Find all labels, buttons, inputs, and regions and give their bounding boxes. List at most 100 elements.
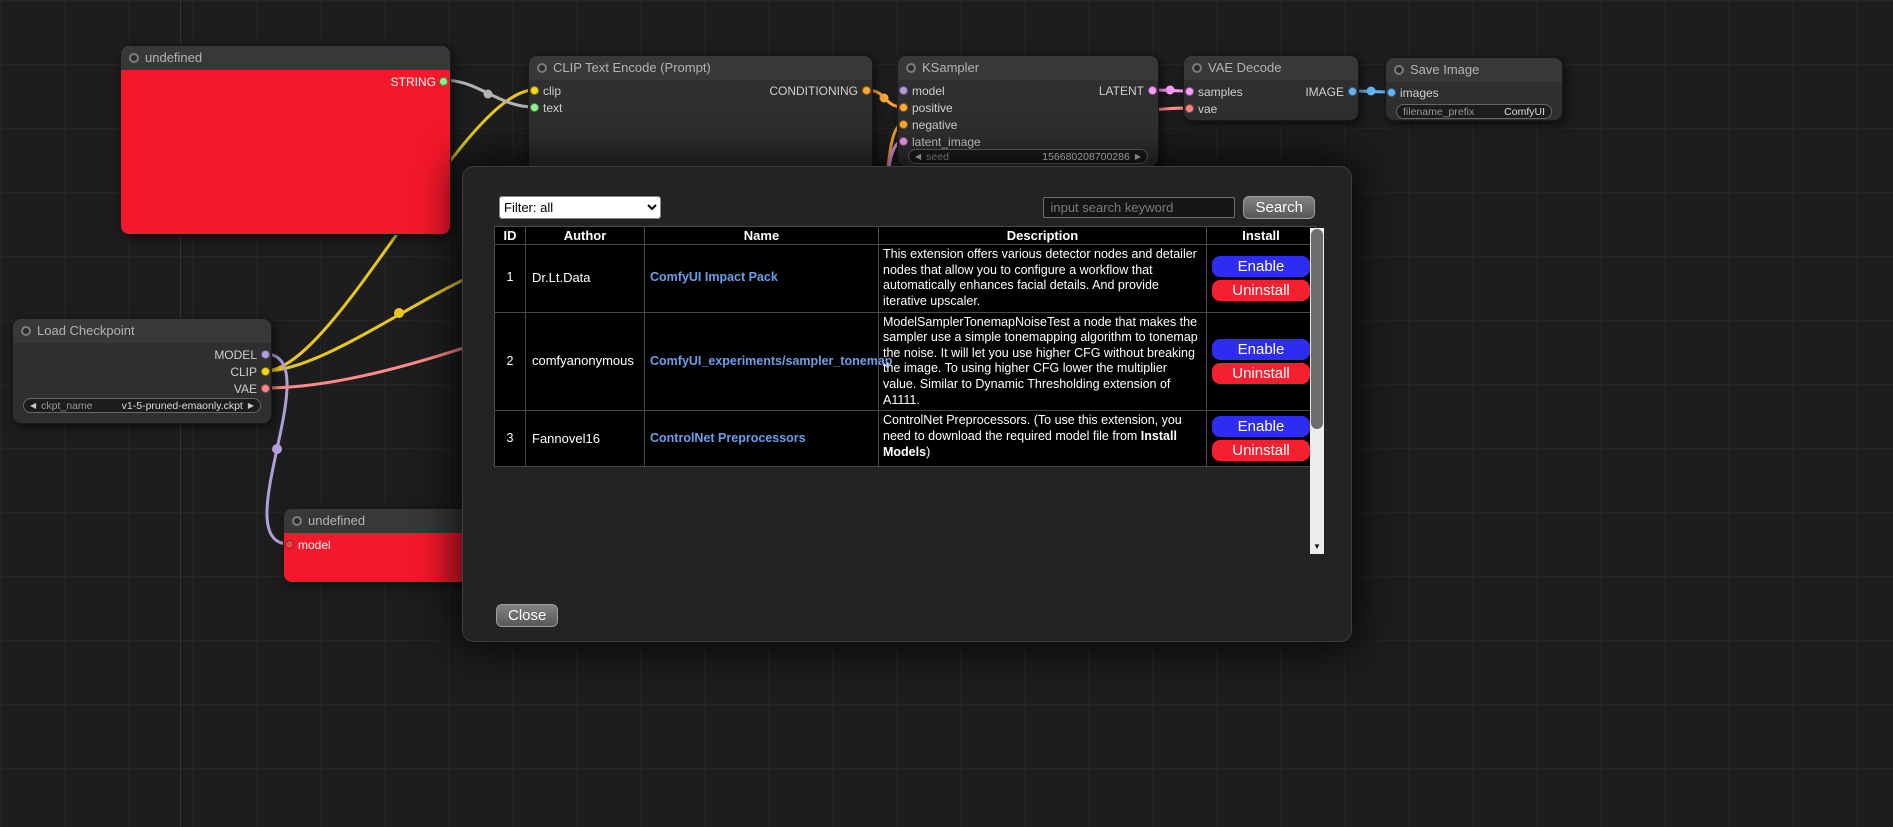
stepper-right-icon[interactable]: ▶: [248, 398, 254, 413]
node-header[interactable]: VAE Decode: [1184, 56, 1358, 80]
node-title: CLIP Text Encode (Prompt): [553, 56, 711, 80]
input-dot-positive[interactable]: [899, 103, 908, 112]
col-header-description: Description: [879, 227, 1207, 245]
search-button[interactable]: Search: [1243, 196, 1315, 219]
output-slot-string: STRING: [391, 73, 436, 91]
scrollbar-thumb[interactable]: [1311, 229, 1323, 429]
node-header[interactable]: Load Checkpoint: [13, 319, 271, 343]
collapse-dot-icon[interactable]: [537, 63, 547, 73]
extension-link[interactable]: ComfyUI Impact Pack: [650, 270, 778, 284]
node-title: Save Image: [1410, 58, 1479, 82]
node-header[interactable]: undefined: [121, 46, 450, 70]
collapse-dot-icon[interactable]: [129, 53, 139, 63]
input-dot-images[interactable]: [1387, 88, 1396, 97]
ckpt-name-widget[interactable]: ◀ ckpt_name v1-5-pruned-emaonly.ckpt ▶: [23, 398, 261, 413]
table-row: 1 Dr.Lt.Data ComfyUI Impact Pack This ex…: [495, 245, 1316, 313]
link-dot: [880, 94, 889, 103]
description-suffix: ): [926, 445, 930, 459]
collapse-dot-icon[interactable]: [1192, 63, 1202, 73]
extension-link[interactable]: ControlNet Preprocessors: [650, 431, 806, 445]
cell-install: Enable Uninstall: [1207, 245, 1316, 313]
node-save-image[interactable]: Save Image images filename_prefix ComfyU…: [1385, 57, 1563, 121]
enable-button[interactable]: Enable: [1212, 256, 1310, 277]
node-title: Load Checkpoint: [37, 319, 135, 343]
stepper-left-icon[interactable]: ◀: [30, 398, 36, 413]
col-header-install: Install: [1207, 227, 1316, 245]
col-header-name: Name: [645, 227, 879, 245]
uninstall-button[interactable]: Uninstall: [1212, 440, 1310, 461]
input-dot-negative[interactable]: [899, 120, 908, 129]
node-header[interactable]: CLIP Text Encode (Prompt): [529, 56, 872, 80]
node-undefined-top[interactable]: undefined STRING: [120, 45, 451, 235]
input-slot-clip: clip: [543, 82, 561, 100]
node-load-checkpoint[interactable]: Load Checkpoint MODEL CLIP VAE ◀ ckpt_na…: [12, 318, 272, 424]
description-text: This extension offers various detector n…: [883, 247, 1197, 308]
output-dot-image[interactable]: [1348, 87, 1357, 96]
link-dot: [1367, 87, 1376, 96]
filter-select[interactable]: Filter: all: [499, 196, 661, 219]
widget-name: filename_prefix: [1403, 106, 1474, 118]
node-vae-decode[interactable]: VAE Decode samples vae IMAGE: [1183, 55, 1359, 121]
link-dot: [272, 444, 282, 454]
widget-value: 156680208700286: [1042, 151, 1130, 163]
collapse-dot-icon[interactable]: [21, 326, 31, 336]
description-text: ModelSamplerTonemapNoiseTest a node that…: [883, 315, 1198, 407]
cell-install: Enable Uninstall: [1207, 312, 1316, 411]
uninstall-button[interactable]: Uninstall: [1212, 363, 1310, 384]
input-dot-model[interactable]: [899, 86, 908, 95]
filename-prefix-widget[interactable]: filename_prefix ComfyUI: [1396, 104, 1552, 119]
output-dot-conditioning[interactable]: [862, 86, 871, 95]
output-slot-latent: LATENT: [1099, 82, 1144, 100]
node-header[interactable]: KSampler: [898, 56, 1158, 80]
collapse-dot-icon[interactable]: [292, 516, 302, 526]
close-button[interactable]: Close: [496, 604, 558, 627]
node-header[interactable]: Save Image: [1386, 58, 1562, 82]
node-title: KSampler: [922, 56, 979, 80]
node-ksampler[interactable]: KSampler model positive negative latent_…: [897, 55, 1159, 167]
output-dot-latent[interactable]: [1148, 86, 1157, 95]
extension-link[interactable]: ComfyUI_experiments/sampler_tonemap: [650, 354, 892, 368]
cell-description: ModelSamplerTonemapNoiseTest a node that…: [879, 312, 1207, 411]
search-input[interactable]: [1043, 197, 1235, 218]
enable-button[interactable]: Enable: [1212, 339, 1310, 360]
cell-author: Fannovel16: [526, 411, 645, 467]
input-dot-model[interactable]: [285, 540, 294, 549]
output-dot-string[interactable]: [439, 77, 448, 86]
output-dot-clip[interactable]: [261, 367, 270, 376]
cell-id: 3: [495, 411, 526, 467]
node-title: undefined: [145, 46, 202, 70]
widget-name: seed: [926, 151, 949, 163]
stepper-left-icon[interactable]: ◀: [915, 149, 921, 164]
cell-id: 2: [495, 312, 526, 411]
collapse-dot-icon[interactable]: [1394, 65, 1404, 75]
stepper-right-icon[interactable]: ▶: [1135, 149, 1141, 164]
dialog-toolbar: Filter: all Search: [499, 194, 1315, 220]
input-slot-model: model: [912, 82, 945, 100]
seed-widget[interactable]: ◀ seed 156680208700286 ▶: [908, 149, 1148, 164]
output-slot-image: IMAGE: [1305, 83, 1344, 101]
input-slot-samples: samples: [1198, 83, 1243, 101]
input-slot-model: model: [298, 536, 331, 554]
input-dot-text[interactable]: [530, 103, 539, 112]
collapse-dot-icon[interactable]: [906, 63, 916, 73]
scroll-down-icon[interactable]: ▼: [1310, 540, 1324, 554]
description-text: ControlNet Preprocessors. (To use this e…: [883, 413, 1182, 443]
table-row: 2 comfyanonymous ComfyUI_experiments/sam…: [495, 312, 1316, 411]
table-header-row: ID Author Name Description Install: [495, 227, 1316, 245]
input-dot-latent-image[interactable]: [899, 137, 908, 146]
node-title: undefined: [308, 509, 365, 533]
enable-button[interactable]: Enable: [1212, 416, 1310, 437]
uninstall-button[interactable]: Uninstall: [1212, 280, 1310, 301]
link-dot: [1166, 86, 1175, 95]
table-scrollbar[interactable]: ▼: [1310, 228, 1324, 554]
node-body: [121, 70, 450, 234]
input-slot-images: images: [1400, 84, 1439, 102]
link-dot: [484, 90, 493, 99]
output-dot-vae[interactable]: [261, 384, 270, 393]
cell-author: comfyanonymous: [526, 312, 645, 411]
input-dot-clip[interactable]: [530, 86, 539, 95]
output-dot-model[interactable]: [261, 350, 270, 359]
input-dot-samples[interactable]: [1185, 87, 1194, 96]
col-header-author: Author: [526, 227, 645, 245]
input-dot-vae[interactable]: [1185, 104, 1194, 113]
